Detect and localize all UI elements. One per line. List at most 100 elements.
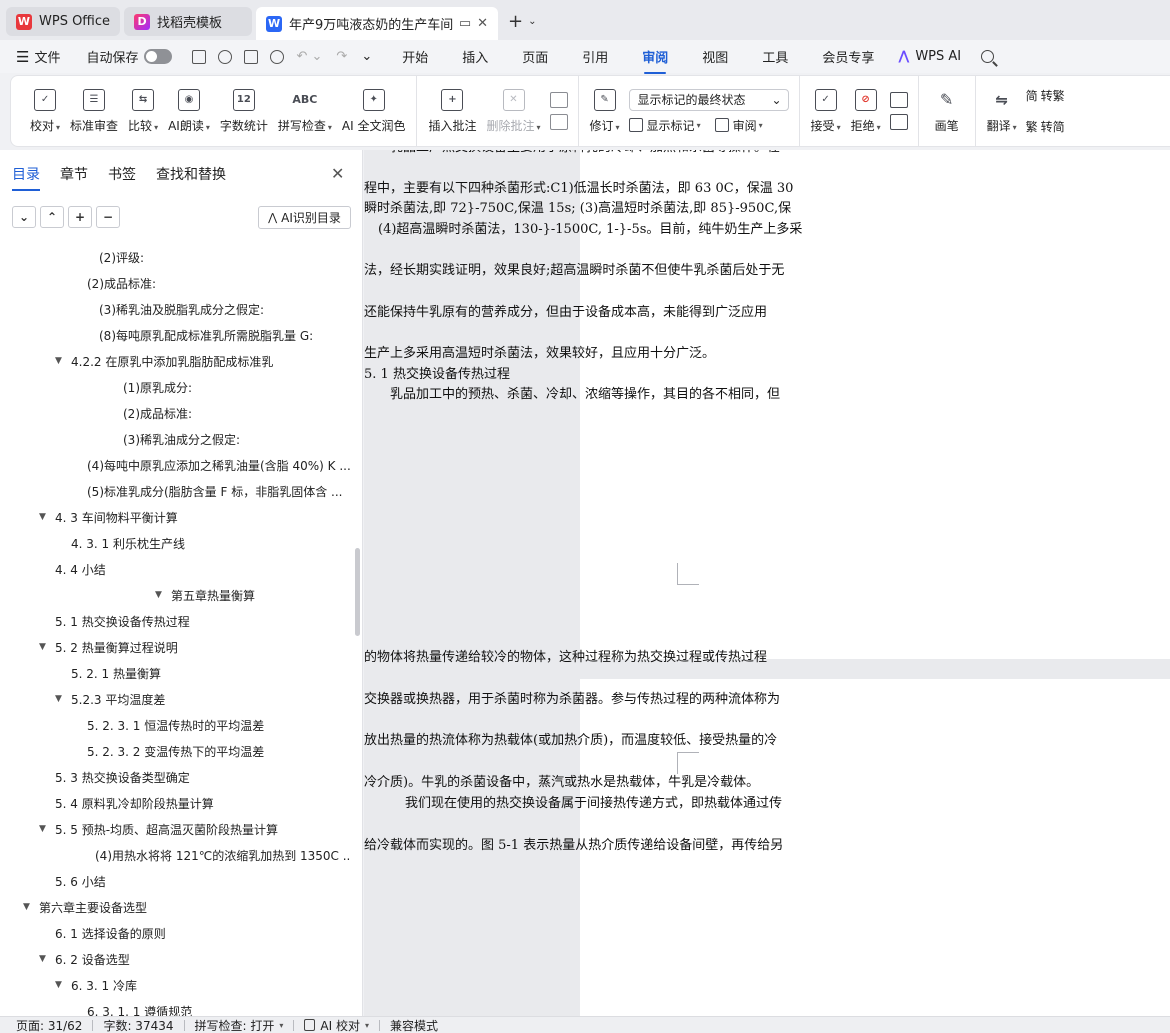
toc-item[interactable]: 5. 3 热交换设备类型确定 bbox=[55, 764, 190, 790]
toc-item[interactable]: (2)评级: bbox=[99, 244, 144, 270]
toc-item[interactable]: 4. 4 小结 bbox=[55, 556, 106, 582]
translate-button[interactable]: ⇋ 翻译 ▾ bbox=[982, 76, 1022, 146]
toc-item[interactable]: (2)成品标准: bbox=[87, 270, 156, 296]
undo-icon[interactable]: ↶ ⌄ bbox=[296, 49, 322, 64]
toc-item[interactable]: ▼ 4. 3 车间物料平衡计算 bbox=[39, 504, 178, 530]
reject-button[interactable]: ⊘ 拒绝 ▾ bbox=[846, 76, 886, 146]
new-tab-button[interactable]: + ⌄ bbox=[502, 7, 542, 36]
next-change-icon[interactable] bbox=[889, 114, 908, 130]
toc-item[interactable]: (2)成品标准: bbox=[123, 400, 192, 426]
tab-member[interactable]: 会员专享 bbox=[822, 47, 874, 66]
save-icon[interactable] bbox=[192, 49, 207, 64]
tab-view[interactable]: 视图 bbox=[702, 47, 728, 66]
close-tab-icon[interactable]: ✕ bbox=[477, 16, 488, 31]
tab-tools[interactable]: 工具 bbox=[762, 47, 788, 66]
toc-item[interactable]: ▼ 5.2.3 平均温度差 bbox=[55, 686, 165, 712]
expand-toggle-icon[interactable]: ▼ bbox=[55, 694, 71, 704]
toc-item[interactable]: ▼ 6. 2 设备选型 bbox=[39, 946, 130, 972]
to-traditional-button[interactable]: 简 转繁 bbox=[1026, 87, 1065, 104]
previous-change-icon[interactable] bbox=[889, 92, 908, 108]
toc-item[interactable]: (3)稀乳油及脱脂乳成分之假定: bbox=[99, 296, 264, 322]
expand-toggle-icon[interactable]: ▼ bbox=[23, 902, 39, 912]
expand-toggle-icon[interactable]: ▼ bbox=[39, 824, 55, 834]
tab-wps-office[interactable]: W WPS Office bbox=[6, 7, 121, 36]
toc-item[interactable]: ▼ 5. 5 预热-均质、超高温灭菌阶段热量计算 bbox=[39, 816, 278, 842]
pen-button[interactable]: ✎ 画笔 bbox=[925, 76, 969, 146]
tab-reference[interactable]: 引用 bbox=[582, 47, 608, 66]
tab-document[interactable]: W 年产9万吨液态奶的生产车间设计 ▭ ✕ bbox=[256, 7, 499, 40]
spell-check-indicator[interactable]: 拼写检查: 打开 ▾ bbox=[195, 1017, 284, 1033]
ai-read-button[interactable]: ◉ AI朗读 ▾ bbox=[163, 76, 215, 146]
nav-tab-find-replace[interactable]: 查找和替换 bbox=[156, 164, 226, 184]
wps-ai-button[interactable]: ⋀ WPS AI bbox=[898, 49, 961, 64]
tab-review[interactable]: 审阅 bbox=[642, 47, 668, 74]
word-count-indicator[interactable]: 字数: 37434 bbox=[103, 1017, 173, 1033]
autosave-toggle[interactable]: 自动保存 bbox=[86, 47, 173, 66]
more-chevron-icon[interactable]: ⌄ bbox=[361, 49, 372, 64]
nav-tab-toc[interactable]: 目录 bbox=[12, 164, 40, 191]
toc-add-button[interactable]: + bbox=[68, 206, 92, 228]
file-menu[interactable]: ☰ 文件 bbox=[16, 47, 60, 67]
tab-home[interactable]: 开始 bbox=[402, 47, 428, 66]
toc-item[interactable]: ▼ 第五章热量衡算 bbox=[155, 582, 255, 608]
toc-item[interactable]: 5. 1 热交换设备传热过程 bbox=[55, 608, 190, 634]
spell-check-button[interactable]: ABC 拼写检查 ▾ bbox=[273, 76, 337, 146]
search-icon[interactable] bbox=[981, 50, 995, 63]
delete-comment-button[interactable]: ✕ 删除批注 ▾ bbox=[481, 76, 545, 146]
insert-comment-button[interactable]: + 插入批注 bbox=[423, 76, 481, 146]
toc-item[interactable]: (3)稀乳油成分之假定: bbox=[123, 426, 240, 452]
toc-item[interactable]: 4. 3. 1 利乐枕生产线 bbox=[71, 530, 185, 556]
compare-button[interactable]: ⇆ 比较 ▾ bbox=[123, 76, 163, 146]
ai-toc-button[interactable]: ⋀ AI识别目录 bbox=[258, 206, 351, 229]
share-icon[interactable] bbox=[218, 49, 233, 64]
tab-page[interactable]: 页面 bbox=[522, 47, 548, 66]
toc-item[interactable]: (4)每吨中原乳应添加之稀乳油量(含脂 40%) K ... bbox=[87, 452, 350, 478]
print-preview-icon[interactable] bbox=[270, 49, 285, 64]
autosave-switch[interactable] bbox=[144, 49, 173, 64]
nav-tab-bookmarks[interactable]: 书签 bbox=[108, 164, 136, 184]
previous-comment-icon[interactable] bbox=[549, 92, 568, 108]
word-count-button[interactable]: 12 字数统计 bbox=[215, 76, 273, 146]
show-markup-button[interactable]: 显示标记 bbox=[647, 117, 695, 134]
toc-remove-button[interactable]: − bbox=[96, 206, 120, 228]
expand-toggle-icon[interactable]: ▼ bbox=[39, 512, 55, 522]
toc-item[interactable]: ▼ 4.2.2 在原乳中添加乳脂肪配成标准乳 bbox=[55, 348, 273, 374]
expand-toggle-icon[interactable]: ▼ bbox=[39, 642, 55, 652]
chevron-down-icon[interactable]: ⌄ bbox=[528, 16, 536, 27]
monitor-icon[interactable]: ▭ bbox=[459, 16, 471, 31]
toc-item[interactable]: 5. 2. 1 热量衡算 bbox=[71, 660, 161, 686]
toc-item[interactable]: ▼ 6. 3. 1 冷库 bbox=[55, 972, 137, 998]
toc-item[interactable]: (4)用热水将将 121℃的浓缩乳加热到 1350C ... bbox=[95, 842, 350, 868]
page-indicator[interactable]: 页面: 31/62 bbox=[16, 1017, 82, 1033]
expand-toggle-icon[interactable]: ▼ bbox=[55, 356, 71, 366]
toc-item[interactable]: ▼ 第六章主要设备选型 bbox=[23, 894, 147, 920]
toc-item[interactable]: (8)每吨原乳配成标准乳所需脱脂乳量 G: bbox=[99, 322, 313, 348]
print-icon[interactable] bbox=[244, 49, 259, 64]
nav-tab-sections[interactable]: 章节 bbox=[60, 164, 88, 184]
redo-icon[interactable]: ↷ bbox=[336, 49, 347, 64]
toc-move-down-button[interactable]: ⌄ bbox=[12, 206, 36, 228]
ai-polish-button[interactable]: ✦ AI 全文润色 bbox=[337, 76, 411, 146]
expand-toggle-icon[interactable]: ▼ bbox=[39, 954, 55, 964]
toc-item[interactable]: 5. 2. 3. 1 恒温传热时的平均温差 bbox=[87, 712, 264, 738]
toc-scrollbar[interactable] bbox=[355, 548, 360, 636]
tab-insert[interactable]: 插入 bbox=[462, 47, 488, 66]
accept-button[interactable]: ✓ 接受 ▾ bbox=[806, 76, 846, 146]
toc-item[interactable]: 6. 1 选择设备的原则 bbox=[55, 920, 166, 946]
next-comment-icon[interactable] bbox=[549, 114, 568, 130]
expand-toggle-icon[interactable]: ▼ bbox=[55, 980, 71, 990]
to-simplified-button[interactable]: 繁 转简 bbox=[1026, 118, 1065, 135]
proof-button[interactable]: ✓ 校对 ▾ bbox=[25, 76, 65, 146]
track-changes-button[interactable]: ✎ 修订 ▾ bbox=[585, 76, 625, 146]
expand-toggle-icon[interactable]: ▼ bbox=[155, 590, 171, 600]
close-pane-icon[interactable]: ✕ bbox=[331, 164, 344, 183]
toc-item[interactable]: (5)标准乳成分(脂肪含量 F 标，非脂乳固体含 ... bbox=[87, 478, 342, 504]
tab-docer-templates[interactable]: D 找稻壳模板 bbox=[124, 7, 253, 36]
ai-proof-indicator[interactable]: AI 校对 ▾ bbox=[304, 1017, 369, 1033]
toc-item[interactable]: (1)原乳成分: bbox=[123, 374, 192, 400]
toc-item[interactable]: ▼ 5. 2 热量衡算过程说明 bbox=[39, 634, 178, 660]
toc-item[interactable]: 5. 4 原料乳冷却阶段热量计算 bbox=[55, 790, 214, 816]
toc-item[interactable]: 5. 6 小结 bbox=[55, 868, 106, 894]
toc-move-up-button[interactable]: ⌃ bbox=[40, 206, 64, 228]
toc-item[interactable]: 5. 2. 3. 2 变温传热下的平均温差 bbox=[87, 738, 264, 764]
